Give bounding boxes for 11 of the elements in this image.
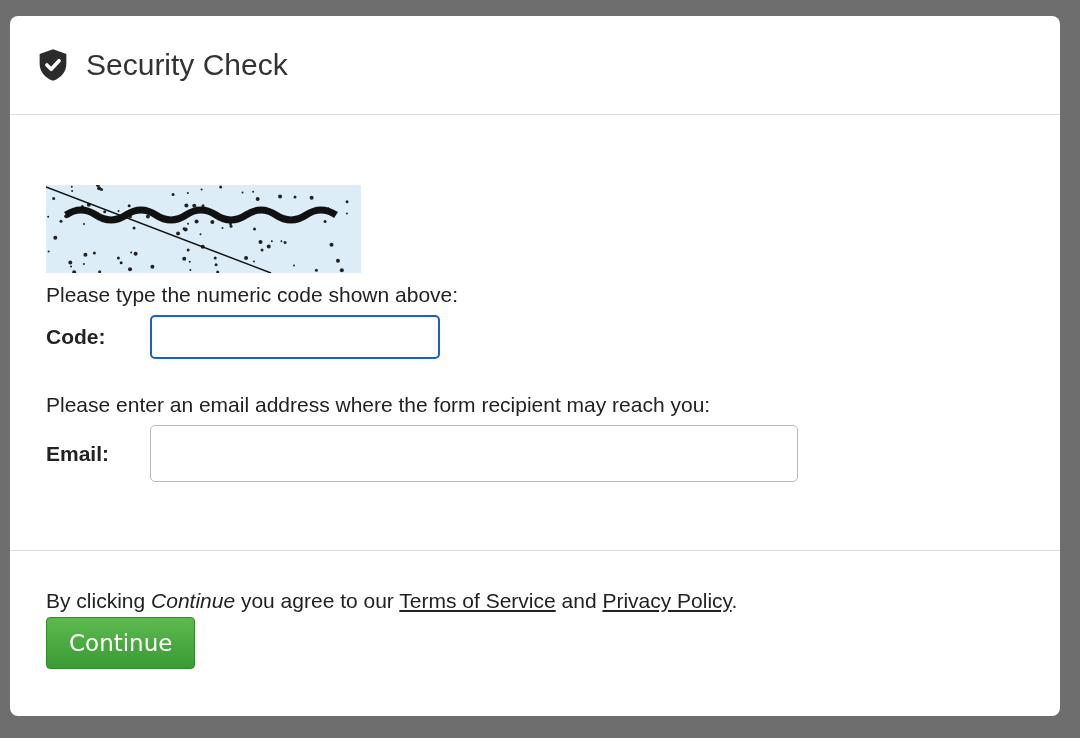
input-field[interactable] [150, 425, 798, 482]
field-label: Email: [46, 441, 111, 466]
dialog-title: Security Check [86, 48, 288, 82]
shield-check-icon [38, 48, 68, 82]
code-prompt: Please type the numeric code shown above: [46, 283, 460, 307]
agreement-text: By clicking Continue you agree to our Terms of Service and Privacy Policy. [46, 589, 739, 613]
policy-link[interactable]: Terms of Service [399, 589, 556, 612]
email-prompt: Please enter an email address where the form recipient may reach you: [46, 393, 712, 417]
policy-link[interactable]: Privacy Policy [602, 589, 732, 612]
field-label: Code: [46, 325, 107, 349]
input-field[interactable] [150, 315, 440, 359]
